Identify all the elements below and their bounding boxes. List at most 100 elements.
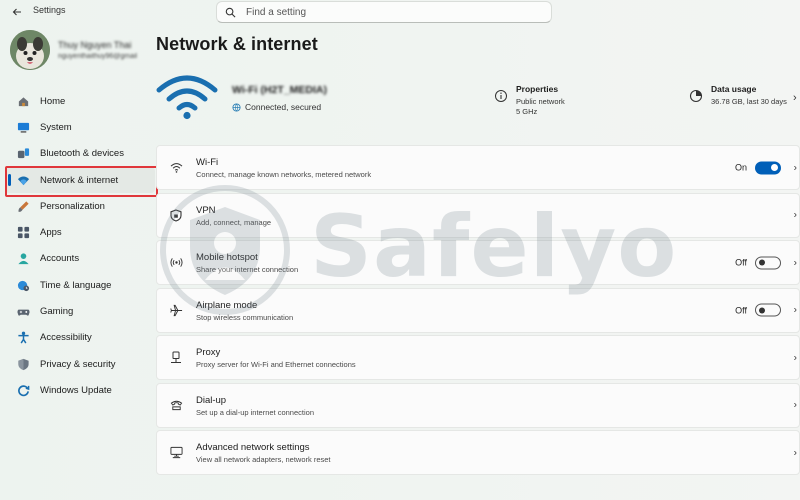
wifi-connection-name: Wi-Fi (H2T_MEDIA) [232,84,327,96]
airplane-icon [169,303,183,317]
settings-list: Wi-Fi Connect, manage known networks, me… [156,145,800,478]
row-description: Stop wireless communication [196,312,294,322]
row-description: Share your internet connection [196,265,299,274]
row-description: Add, connect, manage [196,217,272,227]
properties-network-type: Public network [516,97,565,106]
apps-icon [16,226,30,240]
row-title: Proxy [196,347,221,358]
back-button[interactable] [9,4,25,20]
data-usage-link[interactable]: Data usage 36.78 GB, last 30 days [689,84,787,107]
row-wifi[interactable]: Wi-Fi Connect, manage known networks, me… [156,145,800,190]
row-title: VPN [196,204,216,216]
back-arrow-icon [12,8,21,16]
network-adapter-icon [169,446,183,460]
shield-icon [16,357,30,371]
sidebar-item-label: Apps [40,227,62,239]
globe-icon [232,102,241,112]
hotspot-icon [169,256,183,270]
chevron-right-icon: › [793,257,797,268]
row-description: Proxy server for Wi-Fi and Ethernet conn… [196,360,356,369]
accessibility-icon [16,331,30,345]
search-box[interactable] [216,1,552,23]
sidebar-item-personalization[interactable]: Personalization [5,193,155,219]
system-icon [16,120,30,134]
globe-clock-icon [16,278,30,292]
row-title: Dial-up [196,394,227,406]
wifi-status-text: Connected, secured [245,102,322,112]
wifi-icon [169,161,183,175]
sidebar-item-home[interactable]: Home [5,88,155,114]
sidebar-item-apps[interactable]: Apps [5,219,155,245]
app-title: Settings [33,5,66,15]
wifi-hero-icon [156,75,218,120]
row-airplane-mode[interactable]: Airplane mode Stop wireless communicatio… [156,287,800,333]
mobile-hotspot-toggle[interactable] [755,256,781,269]
sidebar-item-network[interactable]: Network & internet [5,166,155,194]
sidebar-item-bluetooth[interactable]: Bluetooth & devices [5,141,155,167]
row-title: Mobile hotspot [196,252,258,263]
sidebar-item-label: Home [40,95,66,107]
dialup-icon [169,398,183,412]
toggle-state-label: On [734,162,747,173]
sidebar-item-accounts[interactable]: Accounts [5,246,155,272]
sidebar-item-label: Bluetooth & devices [40,148,124,160]
row-dial-up[interactable]: Dial-up Set up a dial-up internet connec… [156,382,800,428]
wifi-connection-status: Connected, secured [232,102,321,112]
row-vpn[interactable]: VPN Add, connect, manage › [156,192,800,238]
sidebar-item-label: Windows Update [40,384,112,396]
user-email: nguyenthaithuy96@gmail [58,53,138,60]
chevron-right-icon: › [793,447,797,458]
toggle-state-label: Off [735,305,747,315]
wifi-toggle[interactable] [755,161,781,174]
chevron-right-icon: › [793,352,797,363]
proxy-icon [169,351,183,365]
sidebar-item-windows-update[interactable]: Windows Update [5,377,155,403]
data-usage-title: Data usage [711,84,757,94]
brush-icon [16,199,30,213]
row-proxy[interactable]: Proxy Proxy server for Wi-Fi and Etherne… [156,335,800,380]
data-usage-icon [689,89,703,103]
update-icon [16,383,30,397]
sidebar-item-time-language[interactable]: Time & language [5,272,155,298]
row-mobile-hotspot[interactable]: Mobile hotspot Share your internet conne… [156,240,800,285]
sidebar-nav: Home System Bluetooth & devices Network … [5,88,155,404]
sidebar-item-accessibility[interactable]: Accessibility [5,325,155,351]
row-title: Wi-Fi [196,157,219,168]
airplane-mode-toggle[interactable] [755,303,781,317]
sidebar-item-label: Privacy & security [40,358,116,370]
gamepad-icon [16,305,30,319]
avatar[interactable] [10,30,50,70]
sidebar-item-label: Network & internet [40,174,119,186]
sidebar-item-privacy-security[interactable]: Privacy & security [5,351,155,377]
sidebar-item-label: Gaming [40,306,74,318]
row-description: Connect, manage known networks, metered … [196,170,372,179]
chevron-right-icon: › [793,399,797,411]
bluetooth-icon [16,147,30,161]
user-name: Thuy Nguyen Thai [58,40,132,50]
sidebar-item-label: System [40,121,72,133]
sidebar-item-label: Accounts [40,253,80,265]
vpn-shield-icon [169,208,183,222]
settings-window: Settings Thuy Nguyen Thai nguyenthaithuy… [0,0,800,500]
row-advanced-network-settings[interactable]: Advanced network settings View all netwo… [156,430,800,475]
chevron-right-icon: › [793,162,797,173]
properties-link[interactable]: Properties Public network 5 GHz [494,84,565,117]
sidebar-item-label: Time & language [40,279,112,291]
toggle-state-label: Off [735,257,747,268]
data-usage-amount: 36.78 GB, last 30 days [711,97,787,106]
sidebar-item-gaming[interactable]: Gaming [5,298,155,324]
properties-band: 5 GHz [516,107,538,116]
sidebar-item-label: Accessibility [40,332,92,344]
wifi-icon [16,173,30,187]
chevron-right-icon: › [793,209,797,221]
search-input[interactable] [244,5,524,19]
chevron-right-icon[interactable]: › [793,92,797,104]
row-description: Set up a dial-up internet connection [196,407,314,417]
page-title: Network & internet [156,34,318,54]
row-title: Advanced network settings [196,442,310,453]
info-icon [495,90,507,102]
home-icon [16,94,30,108]
properties-title: Properties [516,84,559,94]
sidebar-item-system[interactable]: System [5,114,155,140]
chevron-right-icon: › [793,304,797,316]
